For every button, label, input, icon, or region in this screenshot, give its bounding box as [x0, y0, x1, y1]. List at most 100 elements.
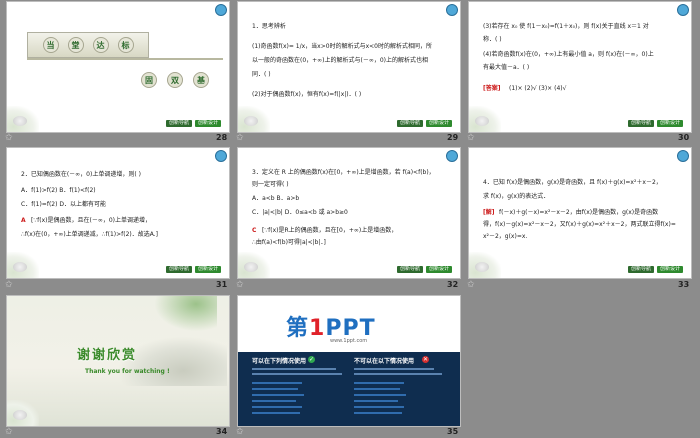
- link-line[interactable]: [252, 388, 298, 390]
- design-button[interactable]: 创新设计: [194, 120, 221, 127]
- answer-text: x²－2，g(x)=x.: [483, 233, 528, 240]
- link-line[interactable]: [354, 406, 404, 408]
- link-line[interactable]: [354, 412, 402, 414]
- link-line[interactable]: [252, 382, 302, 384]
- slide-corner-icon: [215, 4, 227, 16]
- slide-star-icon[interactable]: ✩: [236, 133, 244, 143]
- blossom-icon: [475, 262, 489, 272]
- nav-button[interactable]: 创新导航: [627, 120, 654, 127]
- text-line: [252, 373, 342, 375]
- text-line: 求 f(x)，g(x)的表达式．: [483, 193, 550, 200]
- slide-buttons: 创新导航 创新设计: [627, 120, 683, 127]
- slide-star-icon[interactable]: ✩: [467, 133, 475, 143]
- text-line: (2)对于偶函数f(x)，恒有f(x)=f(|x|)．( ): [252, 91, 362, 98]
- link-line[interactable]: [252, 412, 300, 414]
- design-button[interactable]: 创新设计: [194, 266, 221, 273]
- title-char: 当: [42, 37, 59, 53]
- slide-corner-icon: [446, 150, 458, 162]
- slide-star-icon[interactable]: ✩: [5, 427, 13, 437]
- slide-thumbnail-33[interactable]: 4．已知 f(x)是偶函数，g(x)是奇函数，且 f(x)＋g(x)=x²＋x－…: [469, 148, 691, 278]
- slide-thumbnail-31[interactable]: 2．已知偶函数在(－∞，0)上单调递增，则( ) A．f(1)>f(2) B．f…: [7, 148, 229, 278]
- text-line: [252, 368, 336, 370]
- text-line: C．f(1)=f(2) D．以上都有可能: [21, 201, 106, 208]
- disallowed-title: 不可以在以下情况使用: [354, 358, 415, 365]
- slide-star-icon[interactable]: ✩: [236, 427, 244, 437]
- text-line: 同．( ): [252, 71, 271, 78]
- logo-one: 1: [309, 316, 326, 341]
- text-line: (4)若奇函数f(x)在(0，+∞)上有最小值 a，则 f(x)在(－∞，0)上: [483, 51, 654, 58]
- slide-number: 35: [447, 427, 459, 436]
- design-button[interactable]: 创新设计: [425, 120, 452, 127]
- link-line[interactable]: [354, 382, 404, 384]
- answer-text: [∵f(x)是偶函数，且在(－∞，0)上单调递增，: [31, 217, 152, 224]
- text-line: (1)奇函数f(x)= 1/x，当x>0时的解析式与x<0时的解析式相同，所: [252, 43, 432, 50]
- link-line[interactable]: [354, 388, 400, 390]
- slide-buttons: 创新导航 创新设计: [165, 266, 221, 273]
- text-line: 则一定可得( ): [252, 181, 289, 188]
- willow-decoration: [147, 296, 217, 336]
- slide-number: 32: [447, 280, 459, 289]
- subtitle-char: 固: [141, 72, 157, 88]
- link-line[interactable]: [252, 406, 302, 408]
- title-char: 堂: [67, 37, 84, 53]
- decorative-leaf: [238, 252, 270, 278]
- slide-thumbnail-35[interactable]: 第1PPT www.1ppt.com ✓ 可以在下列情况使用 ✕ 不可以在以下情…: [238, 296, 460, 426]
- decorative-leaf: [469, 252, 501, 278]
- blossom-icon: [244, 116, 258, 126]
- slide-corner-icon: [446, 4, 458, 16]
- nav-button[interactable]: 创新导航: [396, 120, 423, 127]
- cross-icon: ✕: [422, 356, 429, 363]
- text-line: C．|a|<|b| D．0≤a<b 或 a>b≥0: [252, 209, 348, 216]
- title-char: 达: [92, 37, 109, 53]
- text-line: 3．定义在 R 上的偶函数f(x)在[0，+∞)上是增函数，若 f(a)<f(b…: [252, 169, 435, 176]
- link-line[interactable]: [252, 400, 296, 402]
- answer-text: f(－x)＋g(－x)=x²－x－2，由f(x)是偶函数，g(x)是奇函数: [499, 209, 659, 216]
- text-line: 4．已知 f(x)是偶函数，g(x)是奇函数，且 f(x)＋g(x)=x²＋x－…: [483, 179, 662, 186]
- answer-text: ∴f(x)在(0，+∞)上单调递减，∴f(1)>f(2)．故选A.]: [21, 231, 159, 238]
- link-line[interactable]: [252, 394, 304, 396]
- answer-text: [∵f(x)是R上的偶函数，且在[0，+∞)上是增函数，: [262, 227, 398, 234]
- answer-text: 得，f(x)－g(x)=x²－x－2，又f(x)＋g(x)=x²＋x－2，两式联…: [483, 221, 676, 228]
- slide-star-icon[interactable]: ✩: [467, 280, 475, 290]
- text-line: 称．( ): [483, 36, 502, 43]
- decorative-leaf: [7, 252, 39, 278]
- slide-number: 28: [216, 133, 228, 142]
- slide-star-icon[interactable]: ✩: [5, 280, 13, 290]
- allowed-title: 可以在下列情况使用: [252, 358, 307, 365]
- answer-label: A: [21, 217, 26, 224]
- subtitle-char: 双: [167, 72, 183, 88]
- slide-star-icon[interactable]: ✩: [236, 280, 244, 290]
- design-button[interactable]: 创新设计: [656, 120, 683, 127]
- slide-thumbnail-29[interactable]: 1．思考辨析 (1)奇函数f(x)= 1/x，当x>0时的解析式与x<0时的解析…: [238, 2, 460, 132]
- slide-corner-icon: [677, 4, 689, 16]
- nav-button[interactable]: 创新导航: [627, 266, 654, 273]
- slide-thumbnail-32[interactable]: 3．定义在 R 上的偶函数f(x)在[0，+∞)上是增函数，若 f(a)<f(b…: [238, 148, 460, 278]
- check-icon: ✓: [308, 356, 315, 363]
- blossom-icon: [475, 116, 489, 126]
- ppt-url: www.1ppt.com: [330, 338, 368, 344]
- slide-thumbnail-34[interactable]: 谢谢欣赏 Thank you for watching !: [7, 296, 229, 426]
- text-line: 2．已知偶函数在(－∞，0)上单调递增，则( ): [21, 171, 141, 178]
- slide-buttons: 创新导航 创新设计: [396, 120, 452, 127]
- design-button[interactable]: 创新设计: [425, 266, 452, 273]
- nav-button[interactable]: 创新导航: [165, 120, 192, 127]
- blossom-icon: [13, 116, 27, 126]
- slide-buttons: 创新导航 创新设计: [627, 266, 683, 273]
- slide-thumbnail-30[interactable]: (3)若存在 x₀ 使 f(1－x₀)=f(1＋x₀)，则 f(x)关于直线 x…: [469, 2, 691, 132]
- slide-number: 29: [447, 133, 459, 142]
- design-button[interactable]: 创新设计: [656, 266, 683, 273]
- nav-button[interactable]: 创新导航: [396, 266, 423, 273]
- slide-number: 31: [216, 280, 228, 289]
- slide-thumbnail-28[interactable]: 当 堂 达 标 固 双 基 创新导航 创新设计: [7, 2, 229, 132]
- slide-star-icon[interactable]: ✩: [5, 133, 13, 143]
- text-line: 以一般的奇函数在(0，+∞)上的解析式与(－∞，0)上的解析式也相: [252, 57, 429, 64]
- link-line[interactable]: [354, 400, 398, 402]
- link-line[interactable]: [354, 394, 406, 396]
- decorative-leaf: [7, 106, 39, 132]
- text-line: 1．思考辨析: [252, 23, 286, 30]
- slide-buttons: 创新导航 创新设计: [396, 266, 452, 273]
- nav-button[interactable]: 创新导航: [165, 266, 192, 273]
- decorative-leaf: [238, 106, 270, 132]
- text-line: (3)若存在 x₀ 使 f(1－x₀)=f(1＋x₀)，则 f(x)关于直线 x…: [483, 23, 649, 30]
- subtitle-char: 基: [193, 72, 209, 88]
